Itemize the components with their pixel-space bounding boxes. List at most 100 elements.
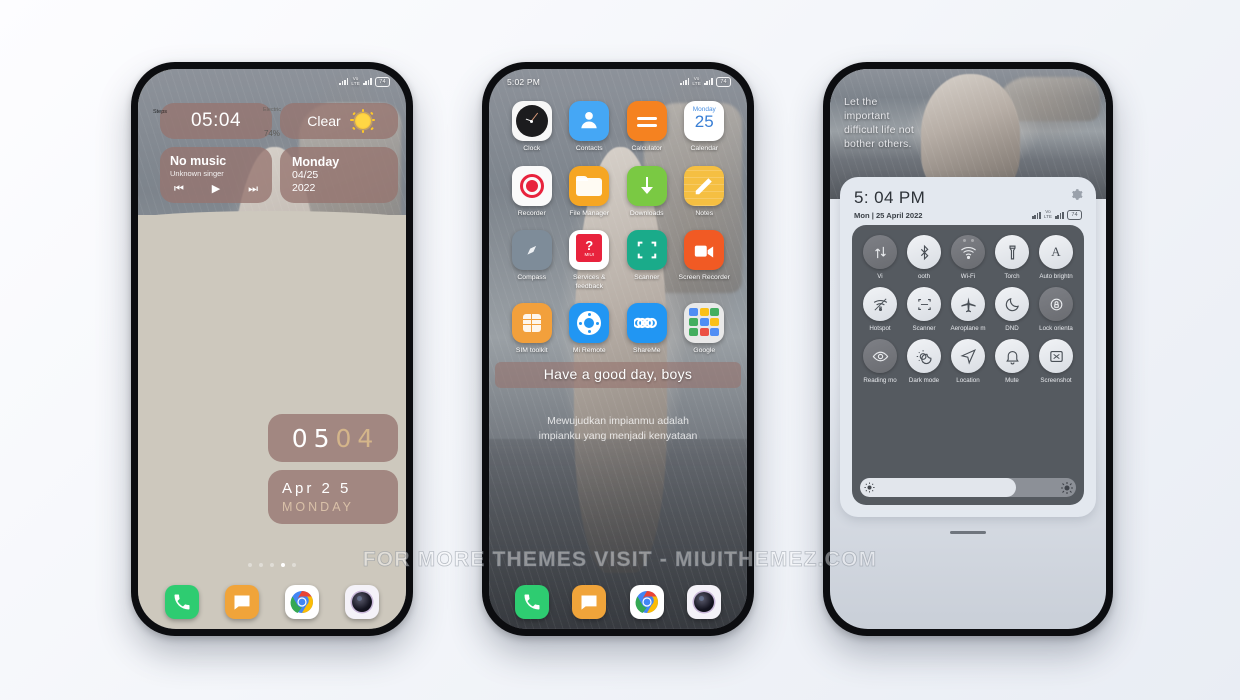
- brightness-slider[interactable]: [860, 478, 1076, 497]
- page-dot[interactable]: [281, 563, 285, 567]
- contacts-icon[interactable]: [569, 101, 610, 141]
- status-bar: Vo LTE 74: [138, 69, 406, 91]
- app-icon-mi-remote[interactable]: Mi Remote: [561, 303, 619, 356]
- date-widget[interactable]: Monday 04/25 2022: [280, 147, 398, 203]
- clock-minute-tens: 0: [335, 423, 353, 453]
- quote-2-line-2: impianku yang menjadi kenyataan: [538, 430, 698, 442]
- status-time: 5:02 PM: [507, 76, 541, 87]
- recorder-icon[interactable]: [511, 165, 552, 206]
- bell-icon[interactable]: [995, 339, 1029, 373]
- app-icon-compass[interactable]: Compass: [503, 230, 561, 291]
- music-widget[interactable]: No music Unknown singer ⏮ ▶ ⏭: [160, 147, 272, 203]
- toggle-screenshot[interactable]: Screenshot: [1034, 339, 1078, 384]
- brightness-low-icon: [860, 482, 879, 493]
- phone-2-app-drawer: 5:02 PM Vo LTE 74 Clock Contacts Calculator…: [482, 62, 754, 636]
- folder-icon[interactable]: [569, 165, 610, 206]
- toggle-hotspot[interactable]: Hotspot: [858, 287, 902, 332]
- next-track-button[interactable]: ⏭: [248, 184, 258, 195]
- moon-icon[interactable]: [995, 287, 1029, 321]
- quick-toggles-container: Vi ooth Wi-Fi Torch A Auto brightn Hotspot Scan…: [852, 225, 1084, 505]
- scanner-icon[interactable]: [907, 287, 941, 321]
- app-icon-sim-toolkit[interactable]: SIM toolkit: [503, 303, 561, 356]
- dock-chrome-icon[interactable]: [629, 585, 664, 619]
- app-label: Google: [693, 347, 716, 354]
- phone-3-control-center: Let the important difficult life not bot…: [823, 62, 1113, 636]
- compass-icon[interactable]: [511, 230, 552, 270]
- control-center-header: 5: 04 PM Mon | 25 April 2022 Vo LTE 74: [840, 177, 1096, 226]
- dock-phone-icon[interactable]: [514, 585, 549, 619]
- screen-recorder-icon[interactable]: [684, 230, 725, 270]
- location-icon[interactable]: [951, 339, 985, 373]
- phone-1-home-screen: Vo LTE 74 05:04 Clear No music Unknown si…: [131, 62, 413, 636]
- calendar-icon[interactable]: Monday 25: [684, 101, 725, 141]
- large-date-widget[interactable]: Apr 2 5 MONDAY: [268, 470, 398, 524]
- toggle-scanner[interactable]: Scanner: [902, 287, 946, 332]
- previous-track-button[interactable]: ⏮: [174, 184, 184, 195]
- play-button[interactable]: ▶: [212, 184, 220, 195]
- app-icon-services-feedback[interactable]: ? MIUI Services & feedback: [561, 230, 619, 291]
- app-label: File Manager: [569, 209, 610, 217]
- app-icon-downloads[interactable]: Downloads: [618, 165, 676, 219]
- scanner-icon[interactable]: [626, 230, 667, 270]
- download-icon[interactable]: [626, 165, 667, 206]
- lock-rotation-icon[interactable]: [1039, 287, 1073, 321]
- toggle-mute[interactable]: Mute: [990, 339, 1034, 384]
- lockscreen-quote: Let the important difficult life not bot…: [844, 96, 914, 150]
- app-icon-calendar[interactable]: Monday 25 Calendar: [676, 101, 734, 154]
- wallpaper-car-3: [995, 76, 1101, 121]
- page-dot[interactable]: [292, 563, 296, 567]
- toggle-reading-mo[interactable]: Reading mo: [858, 339, 902, 384]
- app-icon-shareme[interactable]: ShareMe: [618, 303, 676, 356]
- date-weekday: Monday: [292, 155, 340, 169]
- app-icon-file-manager[interactable]: File Manager: [561, 165, 619, 219]
- toggle-lock-orienta[interactable]: Lock orienta: [1034, 287, 1078, 332]
- status-icons: Vo LTE 74: [339, 76, 390, 87]
- quick-toggles-grid: Vi ooth Wi-Fi Torch A Auto brightn Hotspot Scan…: [858, 235, 1078, 384]
- dock-camera-icon[interactable]: [687, 585, 722, 619]
- dark-mode-icon[interactable]: [907, 339, 941, 373]
- dock-chrome-icon[interactable]: [285, 585, 319, 619]
- dock-camera-icon[interactable]: [345, 585, 379, 619]
- remote-icon[interactable]: [569, 303, 610, 343]
- gear-icon[interactable]: [1070, 188, 1083, 201]
- shareme-icon[interactable]: [626, 303, 667, 343]
- notes-icon[interactable]: [684, 165, 725, 206]
- page-dot[interactable]: [248, 563, 252, 567]
- hotspot-icon[interactable]: [863, 287, 897, 321]
- large-date-line2: MONDAY: [282, 500, 354, 514]
- aeroplane-icon[interactable]: [951, 287, 985, 321]
- dock-phone-icon[interactable]: [165, 585, 199, 619]
- large-clock-widget[interactable]: 0 5 0 4: [268, 414, 398, 462]
- toggle-dark-mode[interactable]: Dark mode: [902, 339, 946, 384]
- brightness-slider-fill: [860, 478, 1016, 497]
- help-icon[interactable]: ? MIUI: [569, 230, 610, 270]
- app-icon-notes[interactable]: Notes: [676, 165, 734, 219]
- app-icon-calculator[interactable]: Calculator: [618, 101, 676, 154]
- dock-messages-icon[interactable]: [572, 585, 607, 619]
- page-dot[interactable]: [270, 563, 274, 567]
- app-icon-scanner[interactable]: Scanner: [618, 230, 676, 291]
- toggle-aeroplane-m[interactable]: Aeroplane m: [946, 287, 990, 332]
- dock-2: [489, 585, 747, 619]
- phone-3-screen: Let the important difficult life not bot…: [830, 69, 1106, 629]
- app-label: Compass: [517, 274, 547, 281]
- google-folder-icon[interactable]: [684, 303, 725, 343]
- reading-mode-icon[interactable]: [863, 339, 897, 373]
- clock-icon[interactable]: [511, 101, 552, 141]
- app-icon-recorder[interactable]: Recorder: [503, 165, 561, 219]
- volte-icon: Vo LTE: [692, 75, 701, 86]
- calculator-icon[interactable]: [626, 101, 667, 141]
- app-icon-google[interactable]: Google: [676, 303, 734, 356]
- signal-icon: [680, 78, 690, 85]
- app-icon-clock[interactable]: Clock: [503, 101, 561, 154]
- app-icon-screen-recorder[interactable]: Screen Recorder: [676, 230, 734, 291]
- toggle-location[interactable]: Location: [946, 339, 990, 384]
- dock: [138, 585, 406, 619]
- screenshot-icon[interactable]: [1039, 339, 1073, 373]
- page-dot[interactable]: [259, 563, 263, 567]
- toggle-dnd[interactable]: DND: [990, 287, 1034, 332]
- home-indicator[interactable]: [950, 530, 986, 534]
- sim-icon[interactable]: [511, 303, 552, 343]
- dock-messages-icon[interactable]: [225, 585, 259, 619]
- app-icon-contacts[interactable]: Contacts: [561, 101, 619, 154]
